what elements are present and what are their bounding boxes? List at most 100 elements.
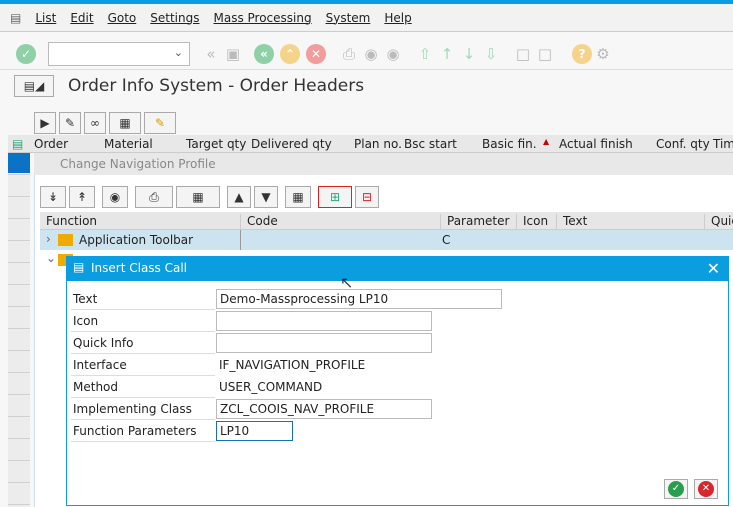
text-label: Text	[71, 288, 215, 310]
interface-value: IF_NAVIGATION_PROFILE	[219, 358, 366, 372]
col-quick-info[interactable]: Quic	[704, 214, 733, 230]
col-target-qty[interactable]: Target qty	[186, 137, 246, 151]
next-page-icon: ↓	[462, 44, 476, 63]
back-icon[interactable]: «	[254, 43, 274, 64]
command-field[interactable]: ⌄	[48, 41, 190, 66]
menu-icon[interactable]: ▤	[10, 11, 21, 25]
column-divider	[240, 230, 241, 250]
alv-toolbar: ▶ ✎ ∞ ▦ ✎	[8, 110, 733, 135]
col-basic-fin[interactable]: Basic fin.	[482, 137, 537, 151]
interface-label: Interface	[71, 354, 215, 376]
save-icon: ▣	[225, 44, 241, 63]
selected-row-marker[interactable]	[8, 153, 30, 173]
system-toolbar: ✓ ⌄ « ▣ « ⌃ ✕ ⎙ ◉ ◉ ⇧ ↑ ↓ ⇩ □ □ ? ⚙	[0, 38, 733, 70]
implementing-class-label: Implementing Class	[71, 398, 215, 420]
col-delivered-qty[interactable]: Delivered qty	[251, 137, 332, 151]
menu-edit[interactable]: Edit	[70, 11, 93, 25]
navigation-button[interactable]: ▦	[109, 111, 141, 134]
col-bsc-start[interactable]: Bsc start	[404, 137, 457, 151]
menu-settings[interactable]: Settings	[150, 11, 199, 25]
col-text[interactable]: Text	[556, 214, 587, 230]
col-parameter[interactable]: Parameter	[440, 214, 509, 230]
col-code[interactable]: Code	[240, 214, 278, 230]
row-selectors[interactable]	[8, 153, 30, 507]
change-profile-button[interactable]: ✎	[144, 111, 176, 134]
chevron-down-icon[interactable]: ⌄	[174, 46, 183, 59]
insert-class-call-dialog: ▤ Insert Class Call ✕ Text Demo-Massproc…	[66, 256, 729, 506]
chevron-right-icon[interactable]: ›	[46, 232, 51, 246]
menu-bar: ▤ List Edit Goto Settings Mass Processin…	[0, 4, 733, 32]
quick-info-input[interactable]	[216, 333, 432, 353]
dialog-menu-icon[interactable]: ▤	[73, 260, 84, 274]
menu-mass-processing[interactable]: Mass Processing	[213, 11, 311, 25]
edit-button[interactable]: ✎	[59, 111, 81, 134]
function-parameters-input[interactable]: LP10	[216, 421, 293, 441]
collapse-all-button[interactable]: ↟	[69, 186, 95, 208]
col-material[interactable]: Material	[104, 137, 153, 151]
menu-list[interactable]: List	[35, 11, 56, 25]
display-button[interactable]: ∞	[84, 111, 106, 134]
function-parameters-label: Function Parameters	[71, 420, 215, 442]
page-title: Order Info System - Order Headers	[68, 76, 365, 96]
move-up-button[interactable]: ▲	[227, 186, 251, 208]
new-session-icon: □	[515, 44, 531, 63]
shortcut-icon: □	[537, 44, 553, 63]
delete-button[interactable]: ⊟	[355, 186, 379, 208]
icon-input[interactable]	[216, 311, 432, 331]
col-order[interactable]: Order	[34, 137, 68, 151]
insert-button[interactable]: ⊞	[318, 186, 352, 208]
back-arrows-icon: «	[206, 44, 216, 63]
layout-menu-button[interactable]: ▤◢	[14, 75, 54, 97]
panel-title: Change Navigation Profile	[60, 157, 216, 171]
dialog-title: Insert Class Call	[91, 261, 188, 275]
settings-gear-icon[interactable]: ⚙	[594, 45, 612, 63]
col-function[interactable]: Function	[40, 214, 97, 230]
mouse-cursor-icon: ↖	[340, 273, 354, 292]
help-icon[interactable]: ?	[572, 43, 592, 64]
print-button[interactable]: ⎙	[135, 186, 173, 208]
implementing-class-input[interactable]: ZCL_COOIS_NAV_PROFILE	[216, 399, 432, 419]
col-plan-no[interactable]: Plan no.	[354, 137, 402, 151]
dialog-buttons: ✓ ✕	[664, 479, 718, 499]
layout-button[interactable]: ▦	[176, 186, 220, 208]
sort-icon: ▲	[543, 137, 550, 146]
expand-all-button[interactable]: ↡	[40, 186, 66, 208]
tree-header: Function Code Parameter Icon Text Quic	[40, 212, 733, 230]
first-page-icon: ⇧	[418, 44, 432, 63]
tree-row[interactable]: › Application Toolbar C	[40, 230, 733, 250]
col-time[interactable]: Tim	[713, 137, 733, 151]
move-down-button[interactable]: ▼	[254, 186, 278, 208]
cancel-button[interactable]: ✕	[694, 479, 718, 499]
col-actual-finish[interactable]: Actual finish	[559, 137, 633, 151]
cancel-x-icon: ✕	[698, 481, 714, 497]
cancel-icon[interactable]: ✕	[306, 43, 326, 64]
menu-goto[interactable]: Goto	[108, 11, 137, 25]
menu-help[interactable]: Help	[384, 11, 411, 25]
menu-system[interactable]: System	[326, 11, 371, 25]
col-conf-qty[interactable]: Conf. qty	[656, 137, 710, 151]
execute-button[interactable]: ▶	[34, 111, 56, 134]
chevron-down-icon[interactable]: ⌄	[46, 251, 56, 265]
find-button[interactable]: ◉	[102, 186, 128, 208]
close-icon[interactable]: ✕	[707, 259, 720, 278]
exit-icon[interactable]: ⌃	[280, 43, 300, 64]
confirm-button[interactable]: ✓	[664, 479, 688, 499]
navigation-button[interactable]: ▦	[285, 186, 311, 208]
quick-info-label: Quick Info	[71, 332, 215, 354]
row-function: Application Toolbar	[79, 233, 194, 247]
previous-page-icon: ↑	[440, 44, 454, 63]
enter-icon[interactable]: ✓	[16, 43, 36, 64]
title-bar: ▤◢ Order Info System - Order Headers	[0, 70, 733, 102]
col-icon[interactable]: Icon	[516, 214, 548, 230]
tree-toolbar: ↡ ↟ ◉ ⎙ ▦ ▲ ▼ ▦ ⊞ ⊟	[40, 185, 379, 209]
folder-icon	[58, 234, 73, 246]
method-label: Method	[71, 376, 215, 398]
checkmark-icon: ✓	[668, 481, 684, 497]
select-all-icon[interactable]: ▤	[12, 137, 23, 151]
text-input[interactable]: Demo-Massprocessing LP10	[216, 289, 502, 309]
icon-label: Icon	[71, 310, 215, 332]
find-next-icon: ◉	[386, 44, 400, 63]
dialog-title-bar: ▤ Insert Class Call ✕	[67, 257, 728, 281]
last-page-icon: ⇩	[484, 44, 498, 63]
find-icon: ◉	[364, 44, 378, 63]
